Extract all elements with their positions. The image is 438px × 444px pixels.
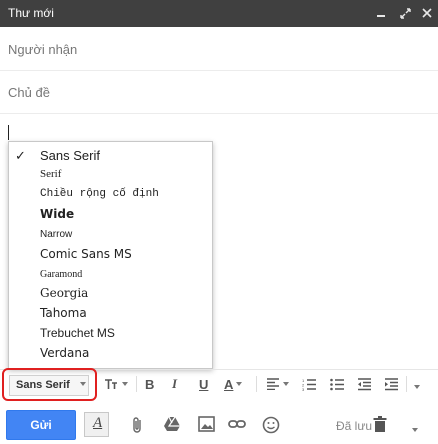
bulleted-list-icon[interactable] <box>330 375 345 393</box>
bold-icon[interactable]: B <box>145 375 154 393</box>
font-option-verdana[interactable]: Verdana <box>9 344 212 364</box>
insert-link-icon[interactable] <box>228 416 246 434</box>
font-option-trebuchet[interactable]: Trebuchet MS <box>9 324 212 344</box>
trash-icon[interactable] <box>373 416 391 434</box>
saved-status: Đã lưu <box>336 419 373 433</box>
font-option-garamond[interactable]: Garamond <box>9 265 212 285</box>
font-option-wide[interactable]: Wide <box>9 205 212 225</box>
more-options-icon[interactable] <box>409 421 418 439</box>
recipients-row <box>0 27 438 71</box>
recipients-field[interactable] <box>0 42 438 57</box>
expand-icon[interactable] <box>396 4 414 22</box>
font-family-menu: ✓ Sans Serif Serif Chiều rộng cố định Wi… <box>8 141 213 369</box>
numbered-list-icon[interactable]: 123 <box>302 375 317 393</box>
font-option-serif[interactable]: Serif <box>9 165 212 185</box>
font-option-sans-serif[interactable]: ✓ Sans Serif <box>9 146 212 166</box>
text-format-icon: A <box>93 415 103 431</box>
text-color-icon[interactable]: A <box>224 375 243 393</box>
italic-icon[interactable]: I <box>172 375 177 393</box>
compose-actions: Gửi A Đã lưu <box>0 404 438 444</box>
more-formatting-icon[interactable] <box>411 378 420 396</box>
font-option-comic-sans[interactable]: Comic Sans MS <box>9 245 212 265</box>
indent-less-icon[interactable] <box>357 375 372 393</box>
svg-text:3: 3 <box>302 387 305 391</box>
font-option-tahoma[interactable]: Tahoma <box>9 304 212 324</box>
close-icon[interactable] <box>418 4 436 22</box>
toolbar-divider <box>136 376 137 392</box>
font-option-georgia[interactable]: Georgia <box>9 284 212 304</box>
align-icon[interactable] <box>266 375 289 393</box>
window-title: Thư mới <box>8 6 54 20</box>
minimize-icon[interactable] <box>372 4 390 22</box>
subject-row <box>0 71 438 114</box>
font-option-fixed-width[interactable]: Chiều rộng cố định <box>9 185 212 205</box>
text-cursor <box>8 125 9 140</box>
font-select-highlight <box>2 368 97 401</box>
compose-titlebar: Thư mới <box>0 0 438 27</box>
drive-icon[interactable] <box>163 416 181 434</box>
underline-icon[interactable]: U <box>199 375 208 393</box>
checkmark-icon: ✓ <box>15 148 26 163</box>
emoji-icon[interactable] <box>262 416 280 434</box>
font-option-narrow[interactable]: Narrow <box>9 225 212 245</box>
toolbar-divider <box>256 376 257 392</box>
indent-more-icon[interactable] <box>384 375 399 393</box>
send-button[interactable]: Gửi <box>6 410 76 440</box>
attach-icon[interactable] <box>130 416 148 434</box>
formatting-options-button[interactable]: A <box>84 412 109 437</box>
subject-field[interactable] <box>0 85 438 100</box>
insert-photo-icon[interactable] <box>198 416 216 434</box>
toolbar-divider <box>406 376 407 392</box>
text-size-icon[interactable] <box>103 375 128 393</box>
